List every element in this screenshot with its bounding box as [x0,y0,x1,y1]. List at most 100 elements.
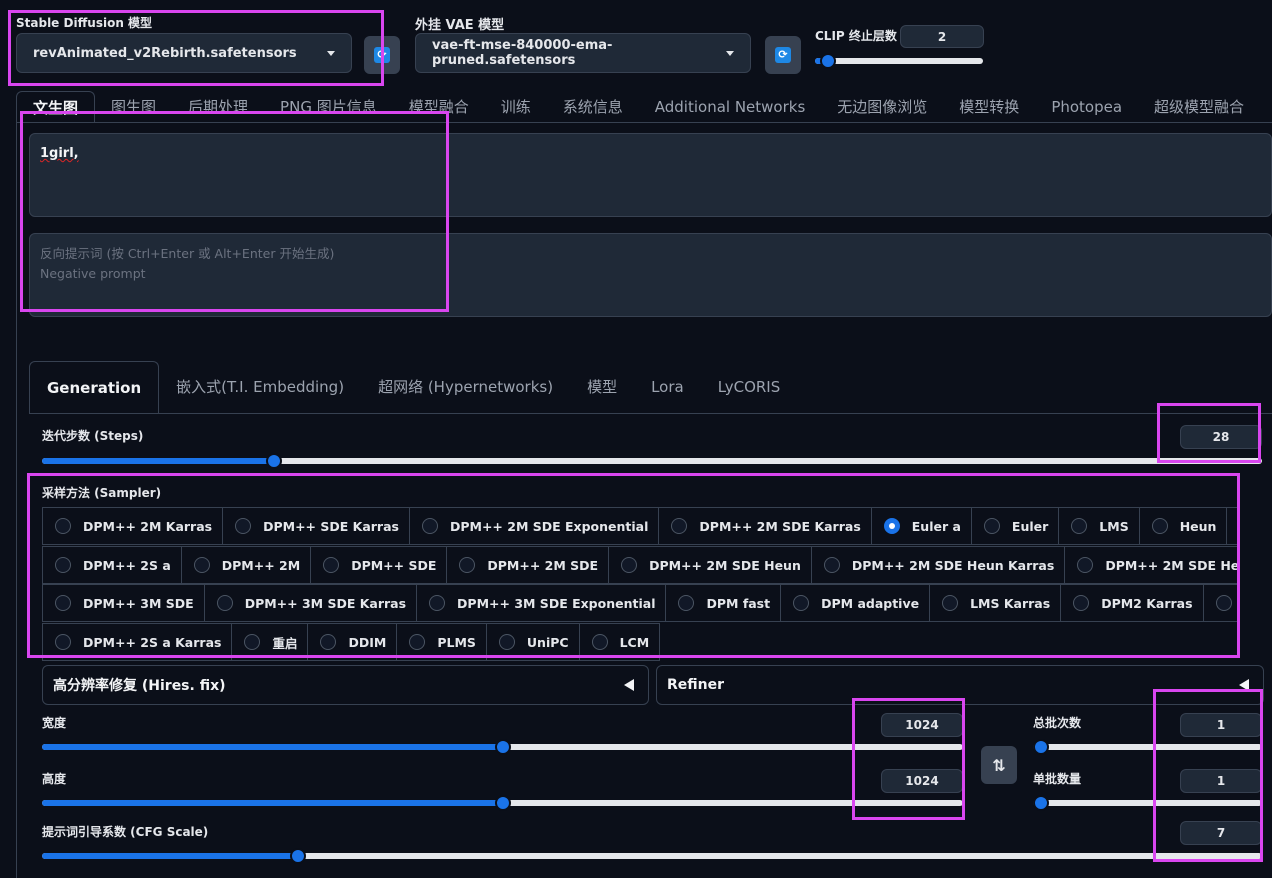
radio-icon[interactable] [55,595,71,611]
radio-icon[interactable] [1151,518,1168,534]
radio-icon[interactable] [320,634,337,650]
radio-icon[interactable] [421,518,438,534]
tab-9[interactable]: 模型转换 [943,91,1035,123]
radio-icon[interactable] [678,595,695,611]
sampler-option[interactable]: UniPC [485,623,580,661]
radio-icon[interactable] [193,557,210,573]
batch-count-input[interactable]: 1 [1180,713,1262,737]
sampler-option[interactable]: DPM++ 2M SDE Heun Exponential [1064,546,1240,584]
radio-icon[interactable] [323,557,340,573]
negative-prompt-textarea[interactable]: 反向提示词 (按 Ctrl+Enter 或 Alt+Enter 开始生成) Ne… [29,233,1272,317]
radio-icon[interactable] [1215,595,1232,611]
radio-icon[interactable] [1239,518,1240,534]
steps-slider[interactable] [42,453,1262,469]
sampler-option[interactable]: DPM++ 2M [180,546,312,584]
radio-icon[interactable] [1073,595,1090,611]
radio-icon[interactable] [671,518,688,534]
tab-8[interactable]: 无边图像浏览 [821,91,943,123]
sampler-option[interactable]: DPM++ 2S a Karras [42,623,233,661]
tab-10[interactable]: Photopea [1035,91,1138,123]
radio-icon[interactable] [498,634,515,650]
radio-icon[interactable] [55,518,71,534]
sampler-option[interactable]: DPM++ 2M Karras [42,507,224,545]
steps-value-input[interactable]: 28 [1180,425,1262,449]
width-value-input[interactable]: 1024 [881,713,963,737]
sampler-option[interactable]: DPM++ 2M SDE Heun Karras [810,546,1066,584]
clip-slider[interactable] [815,53,983,69]
batch-size-slider[interactable] [1033,795,1262,811]
sampler-option[interactable]: LCM [578,623,661,661]
sampler-option[interactable]: Euler [970,507,1060,545]
refiner-accordion[interactable]: Refiner [656,665,1264,705]
tab-2[interactable]: 后期处理 [172,91,264,123]
clip-value-input[interactable]: 2 [900,25,984,48]
cfg-value-input[interactable]: 7 [1180,821,1262,845]
sampler-option[interactable]: DDIM [307,623,398,661]
radio-icon[interactable] [823,557,840,573]
radio-icon[interactable] [235,518,252,534]
tab-1[interactable]: 图生图 [95,91,172,123]
tab-3[interactable]: PNG 图片信息 [264,91,393,123]
slider-thumb[interactable] [494,739,511,755]
radio-icon[interactable] [621,557,638,573]
radio-icon[interactable] [55,557,71,573]
sampler-option[interactable]: PLMS [396,623,487,661]
height-slider[interactable] [42,795,963,811]
sampler-option[interactable]: DPM++ 3M SDE Exponential [416,584,667,622]
vae-dropdown[interactable]: vae-ft-mse-840000-ema-pruned.safetensors [415,33,751,73]
height-value-input[interactable]: 1024 [881,769,963,793]
batch-count-slider[interactable] [1033,739,1262,755]
radio-icon[interactable] [793,595,810,611]
sub-tab-4[interactable]: Lora [634,361,701,413]
hires-fix-accordion[interactable]: 高分辨率修复 (Hires. fix) [42,665,649,705]
sampler-option[interactable]: 重启 [231,623,309,661]
tab-5[interactable]: 训练 [485,91,547,123]
sub-tab-5[interactable]: LyCORIS [701,361,798,413]
sd-model-dropdown[interactable]: revAnimated_v2Rebirth.safetensors [16,33,352,73]
swap-dimensions-button[interactable]: ⇅ [981,746,1017,784]
sampler-option[interactable]: DPM++ 2M SDE Karras [658,507,872,545]
radio-icon[interactable] [55,634,71,650]
sub-tab-3[interactable]: 模型 [570,361,634,413]
sampler-option[interactable]: DPM fast [665,584,782,622]
tab-0[interactable]: 文生图 [16,91,96,123]
radio-icon[interactable] [942,595,959,611]
sampler-option[interactable]: DPM++ SDE Karras [222,507,410,545]
sub-tab-0[interactable]: Generation [29,361,160,413]
radio-icon[interactable] [409,634,426,650]
sampler-option[interactable]: DPM++ 3M SDE [42,584,205,622]
sampler-option[interactable]: DPM++ SDE [310,546,448,584]
refresh-vae-button[interactable]: ⟳ [765,36,801,74]
refresh-model-button[interactable]: ⟳ [364,36,400,74]
slider-thumb[interactable] [1033,795,1049,811]
radio-icon[interactable] [459,557,476,573]
sampler-option[interactable]: DPM++ 2M SDE Exponential [408,507,660,545]
radio-icon[interactable] [591,634,608,650]
sampler-option[interactable]: DPM++ 2S a [42,546,182,584]
sampler-option[interactable]: LMS Karras [929,584,1062,622]
radio-icon[interactable] [1077,557,1094,573]
radio-icon[interactable] [216,595,233,611]
sampler-option[interactable]: DPM++ 2M SDE [446,546,610,584]
sampler-option[interactable]: DPM2 a Karras [1202,584,1240,622]
radio-icon[interactable] [1071,518,1088,534]
sub-tab-1[interactable]: 嵌入式(T.I. Embedding) [159,361,361,413]
sampler-option[interactable]: Euler a [870,507,972,545]
radio-icon[interactable] [883,518,900,534]
tab-4[interactable]: 模型融合 [393,91,485,123]
cfg-slider[interactable] [42,848,1262,864]
sampler-option[interactable]: DPM2 Karras [1060,584,1204,622]
tab-6[interactable]: 系统信息 [547,91,639,123]
sampler-option[interactable]: DPM adaptive [780,584,931,622]
slider-thumb[interactable] [1033,739,1049,755]
sampler-option[interactable]: DPM2 [1226,507,1240,545]
radio-icon[interactable] [429,595,446,611]
sub-tab-2[interactable]: 超网络 (Hypernetworks) [361,361,570,413]
radio-icon[interactable] [244,634,261,650]
slider-thumb[interactable] [265,453,282,469]
prompt-textarea[interactable]: 1girl, [29,133,1272,217]
radio-icon[interactable] [983,518,1000,534]
slider-thumb[interactable] [820,53,837,69]
sampler-option[interactable]: Heun [1138,507,1228,545]
slider-thumb[interactable] [494,795,511,811]
